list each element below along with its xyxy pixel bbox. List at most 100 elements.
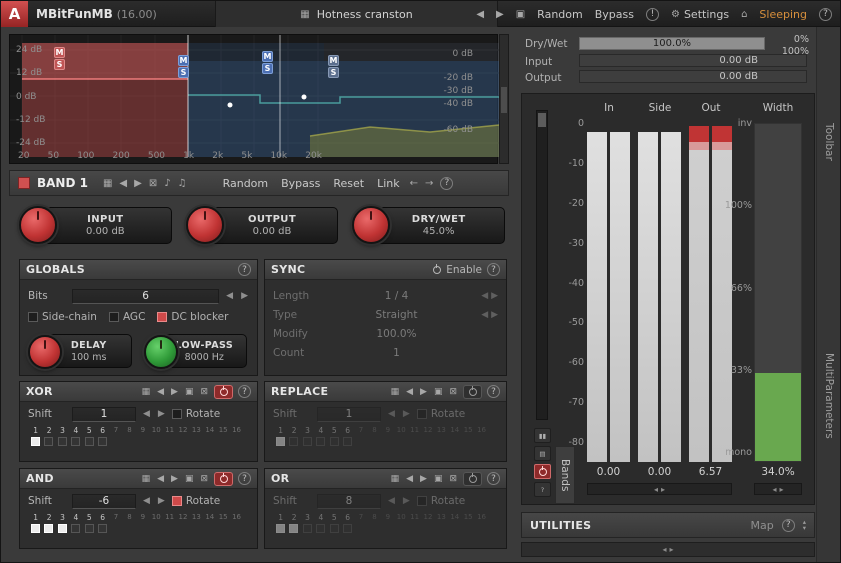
prev-band-icon[interactable]: ◀	[119, 178, 127, 189]
bit-toggle[interactable]	[342, 437, 352, 446]
sleeping-indicator[interactable]: Sleeping	[753, 1, 813, 27]
settings-button[interactable]: ⚙ Settings	[665, 1, 735, 27]
close-icon[interactable]: ⊠	[448, 474, 458, 484]
power-button[interactable]	[463, 471, 482, 486]
bits-value-slider[interactable]: 6	[72, 288, 220, 304]
bit-toggle[interactable]	[97, 437, 107, 446]
tab-toolbar[interactable]: Toolbar	[823, 123, 835, 161]
random-button[interactable]: Random	[531, 1, 589, 27]
bit-toggle[interactable]	[71, 437, 81, 446]
bit-toggle[interactable]	[316, 437, 326, 446]
save-icon[interactable]: ▣	[433, 474, 444, 484]
checkbox-box[interactable]	[157, 312, 168, 322]
bit-toggle[interactable]	[289, 437, 299, 446]
help-icon[interactable]: ?	[487, 385, 500, 398]
save-button[interactable]: ▣	[510, 1, 531, 27]
close-icon[interactable]: ⊠	[199, 474, 209, 484]
graph-vertical-scrollbar[interactable]	[499, 34, 509, 164]
rotate-checkbox[interactable]: Rotate	[171, 495, 220, 507]
collapse-expand-icon[interactable]: ▴ ▾	[803, 519, 806, 532]
band1-ms-markers[interactable]: M S	[54, 47, 65, 70]
help-icon[interactable]: ?	[238, 263, 251, 276]
sync-row-value[interactable]: Straight	[323, 309, 470, 321]
band-color-swatch[interactable]	[18, 177, 30, 189]
rotate-checkbox[interactable]: Rotate	[416, 408, 465, 420]
bits-increment-icon[interactable]: ▶	[240, 291, 249, 301]
help-icon[interactable]: ?	[238, 472, 251, 485]
band-link-button[interactable]: Link	[374, 177, 403, 190]
bit-toggle[interactable]	[302, 437, 312, 446]
meter-power-button[interactable]	[534, 464, 551, 479]
sync-enable-button[interactable]: Enable	[433, 263, 482, 276]
meter-help-button[interactable]: ?	[534, 482, 551, 497]
delay-knob[interactable]	[28, 335, 62, 369]
side-marker[interactable]: S	[328, 67, 339, 78]
help-button[interactable]: ?	[813, 1, 838, 27]
save-icon[interactable]: ⊠	[149, 178, 157, 189]
shift-value-slider[interactable]: 1	[72, 406, 136, 422]
bypass-button[interactable]: Bypass	[589, 1, 640, 27]
home-button[interactable]: ⌂	[735, 1, 753, 27]
band-bypass-button[interactable]: Bypass	[278, 177, 323, 190]
mid-marker[interactable]: M	[54, 47, 65, 58]
sync-row-arrows[interactable]: ◀ ▶	[470, 310, 498, 320]
bit-toggle[interactable]	[44, 437, 54, 446]
rotate-checkbox[interactable]: Rotate	[171, 408, 220, 420]
bit-toggle[interactable]	[97, 524, 107, 533]
band2-ms-markers[interactable]: M S	[178, 55, 189, 78]
next-icon[interactable]: ▶	[170, 474, 179, 484]
bit-toggle[interactable]	[44, 524, 54, 533]
bit-toggle[interactable]	[342, 524, 352, 533]
shift-increment-icon[interactable]: ▶	[157, 496, 166, 506]
checkbox-box[interactable]	[108, 312, 119, 322]
band-help-icon[interactable]: ?	[440, 176, 454, 190]
next-icon[interactable]: ▶	[419, 387, 428, 397]
bit-toggle[interactable]	[276, 524, 285, 533]
utilities-panel[interactable]: UTILITIES Map ? ▴ ▾	[521, 512, 815, 538]
bands-tab[interactable]: Bands	[555, 446, 575, 504]
map-button[interactable]: Map	[751, 519, 774, 532]
close-icon[interactable]: ⊠	[448, 387, 458, 397]
pause-button[interactable]: ▮▮	[534, 428, 551, 443]
next-icon[interactable]: ▶	[419, 474, 428, 484]
checkbox-box[interactable]	[416, 496, 427, 506]
shift-increment-icon[interactable]: ▶	[157, 409, 166, 419]
band-reset-button[interactable]: Reset	[330, 177, 367, 190]
shift-increment-icon[interactable]: ▶	[402, 496, 411, 506]
or-header[interactable]: OR ▦ ◀ ▶ ▣ ⊠ ?	[265, 469, 506, 489]
knob[interactable]	[19, 206, 57, 244]
help-icon[interactable]: ?	[487, 472, 500, 485]
mid-marker[interactable]: M	[328, 55, 339, 66]
grid-icon[interactable]: ▦	[390, 474, 401, 484]
info-button[interactable]: !	[640, 1, 665, 27]
grid-icon[interactable]: ▦	[390, 387, 401, 397]
shift-decrement-icon[interactable]: ◀	[142, 496, 151, 506]
right-bottom-scrollbar[interactable]: ◂ ▸	[521, 542, 815, 557]
grid-icon[interactable]: ▦	[141, 474, 152, 484]
bits-decrement-icon[interactable]: ◀	[225, 291, 234, 301]
sync-row[interactable]: Count 1 ◀ ▶	[273, 343, 498, 362]
prev-icon[interactable]: ◀	[156, 474, 165, 484]
sync-row-value[interactable]: 100.0%	[323, 328, 470, 340]
band3-ms-markers[interactable]: M S	[262, 51, 273, 74]
power-button[interactable]	[214, 384, 233, 399]
sync-row-value[interactable]: 1	[323, 347, 470, 359]
close-icon[interactable]: ⊠	[199, 387, 209, 397]
melda-logo[interactable]: A	[1, 1, 28, 27]
band4-ms-markers[interactable]: M S	[328, 55, 339, 78]
and-header[interactable]: AND ▦ ◀ ▶ ▣ ⊠ ?	[20, 469, 257, 489]
help-icon[interactable]: ?	[781, 518, 795, 532]
meter-zoom-slider[interactable]	[536, 110, 548, 420]
checkbox-box[interactable]	[171, 409, 182, 419]
knob-readout[interactable]: DRY/WET 45.0%	[372, 207, 506, 244]
mid-marker[interactable]: M	[262, 51, 273, 62]
save-icon[interactable]: ▣	[184, 474, 195, 484]
next-icon[interactable]: ▶	[170, 387, 179, 397]
bit-toggle[interactable]	[84, 524, 94, 533]
bit-toggle[interactable]	[84, 437, 94, 446]
bit-toggle[interactable]	[302, 524, 312, 533]
shift-decrement-icon[interactable]: ◀	[387, 496, 396, 506]
next-band-icon[interactable]: ▶	[134, 178, 142, 189]
bit-toggle[interactable]	[289, 524, 299, 533]
side-marker[interactable]: S	[262, 63, 273, 74]
